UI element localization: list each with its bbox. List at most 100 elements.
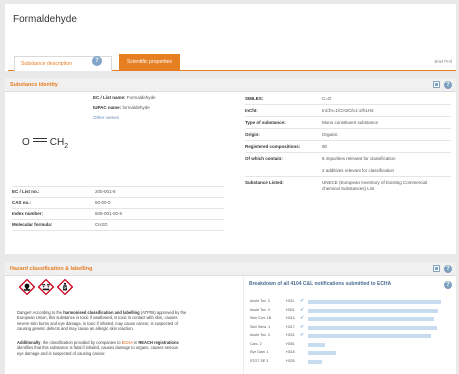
breakdown-row: Skin Corr. 1B H314 ✔	[250, 315, 450, 322]
reach-registrations-link[interactable]: REACH registrations	[138, 340, 179, 345]
echa-link[interactable]: ECHA	[122, 340, 133, 345]
substance-header: Formaldehyde Substance description ? Sci…	[5, 4, 456, 71]
structure-carbon: CH	[49, 137, 65, 148]
molecular-structure: O CH2	[22, 137, 68, 150]
hazard-text: Danger! According to the	[17, 310, 64, 315]
section-icons: ?	[433, 81, 452, 89]
breakdown-row: Acute Tox. 3 H311 ✔	[250, 298, 450, 305]
divider	[12, 197, 224, 198]
molecular-formula-value: CH2O	[95, 222, 108, 227]
breakdown-row: Acute Tox. 3 H331 ✔	[250, 332, 450, 339]
check-icon: ✔	[300, 298, 305, 304]
tab-bar: Substance description ? Scientific prope…	[8, 53, 456, 71]
hazard-text: severe skin burns and eye damage, is tox…	[17, 320, 178, 326]
ghs-pictograms	[19, 279, 73, 295]
hazard-class: Skin Corr. 1B	[250, 316, 272, 320]
hazard-text: identifies that this substance is fatal …	[17, 345, 178, 351]
registered-compositions-label: Registered compositions:	[245, 144, 301, 149]
other-names-link[interactable]: Other names	[93, 115, 119, 120]
impurities-value: 8 impurities relevant for classification	[322, 156, 396, 161]
molecular-formula-label: Molecular formula:	[12, 222, 53, 227]
skull-crossbones-icon	[19, 279, 35, 295]
of-which-contain-label: Of which contain:	[245, 156, 283, 161]
divider	[245, 128, 451, 129]
type-of-substance-label: Type of substance:	[245, 120, 286, 125]
section-title: Hazard classification & labelling	[10, 266, 93, 272]
iupac-name-row: IUPAC name: formaldehyde	[93, 105, 150, 110]
notification-bar	[308, 359, 322, 364]
ec-list-name-row: EC / List name: Formaldehyde	[93, 95, 156, 100]
brief-profile-link[interactable]: Brief Prof	[435, 59, 452, 64]
hazard-class: Acute Tox. 3	[250, 333, 270, 337]
breakdown-row: Acute Tox. 3 H301 ✔	[250, 307, 450, 314]
hazard-classification-panel: Hazard classification & labelling ? Dang…	[5, 262, 456, 374]
origin-value: Organic	[322, 132, 338, 137]
cas-number-label: CAS no.:	[12, 200, 31, 205]
cas-number-value: 50-00-0	[95, 200, 111, 205]
page-title: Formaldehyde	[13, 14, 77, 25]
hazard-code: H351	[286, 341, 295, 346]
hazard-code: H311	[286, 299, 295, 303]
hazard-text: Additionally	[17, 340, 41, 345]
structure-subscript: 2	[64, 143, 69, 150]
breakdown-row: Eye Dam. 1 H318	[250, 350, 450, 356]
substance-identity-panel: Substance identity ? O CH2 EC / List name…	[5, 78, 456, 254]
expand-icon[interactable]	[433, 265, 440, 272]
origin-label: Origin:	[245, 132, 260, 137]
hazard-text: European Union, this substance is toxic …	[17, 315, 178, 321]
type-of-substance-value: Mono constituent substance	[322, 120, 379, 125]
divider	[245, 152, 451, 153]
hazard-code: H301	[286, 307, 295, 312]
notifications-breakdown: Breakdown of all 4104 C&L notifications …	[243, 276, 456, 374]
hazard-code: H317	[286, 324, 295, 329]
breakdown-title: Breakdown of all 4104 C&L notifications …	[249, 281, 392, 287]
help-icon[interactable]: ?	[92, 56, 102, 66]
registered-compositions-value: 90	[322, 144, 328, 149]
tab-scientific-properties[interactable]: Scientific properties	[119, 54, 180, 71]
notification-bar	[308, 325, 437, 330]
company-classification-text: Additionally, the classification provide…	[17, 340, 231, 356]
inchi-value: InChI=1/CH2O/c1-2/h1H2	[322, 108, 374, 113]
hazard-class: Skin Sens. 1	[250, 324, 271, 329]
divider	[245, 116, 451, 117]
harmonised-classification-text: Danger! According to the harmonised clas…	[17, 310, 231, 332]
inchi-label: InChI:	[245, 108, 258, 113]
notification-bar	[308, 351, 336, 355]
substance-listed-value: UNECE (European Inventory of Existing Co…	[322, 180, 428, 185]
section-title: Substance identity	[10, 82, 58, 88]
harmonised-classification-link[interactable]: harmonised classification and labelling	[63, 310, 139, 315]
breakdown-row: STOT SE 3 H335	[250, 359, 450, 365]
hazard-code: H314	[286, 316, 295, 320]
expand-icon[interactable]	[433, 81, 440, 88]
iupac-name-value: formaldehyde	[122, 105, 150, 110]
ec-list-name-value: Formaldehyde	[126, 95, 156, 100]
notification-bar	[308, 300, 441, 304]
notification-bar	[308, 308, 439, 313]
notification-bar	[308, 317, 434, 321]
help-icon[interactable]: ?	[444, 81, 452, 89]
check-icon: ✔	[300, 315, 305, 321]
structure-oxygen: O	[22, 137, 30, 148]
hazard-code: H318	[286, 350, 295, 354]
iupac-name-label: IUPAC name:	[93, 105, 122, 110]
substance-listed-value-cont: chemical Substances) List	[322, 186, 375, 191]
hazard-text: (ATP06) approved by the	[139, 310, 187, 315]
smiles-label: SMILES:	[245, 96, 264, 101]
hazard-class: Eye Dam. 1	[250, 350, 269, 354]
hazard-text: , the classification provided by compani…	[40, 340, 122, 345]
health-hazard-icon	[57, 279, 73, 295]
hazard-class: Acute Tox. 3	[250, 299, 270, 303]
divider	[12, 230, 224, 231]
ec-number-value: 200-001-8	[95, 189, 116, 194]
help-icon[interactable]: ?	[444, 281, 452, 289]
divider	[12, 219, 224, 220]
divider	[245, 104, 451, 105]
index-number-value: 605-001-00-5	[95, 211, 123, 216]
divider	[12, 208, 224, 209]
breakdown-row: Carc. 2 H351	[250, 342, 450, 348]
breakdown-row: Skin Sens. 1 H317 ✔	[250, 324, 450, 331]
help-icon[interactable]: ?	[444, 265, 452, 273]
smiles-value: C=O	[322, 96, 332, 101]
page: Formaldehyde Substance description ? Sci…	[0, 0, 459, 374]
section-header: Hazard classification & labelling ?	[5, 262, 456, 276]
